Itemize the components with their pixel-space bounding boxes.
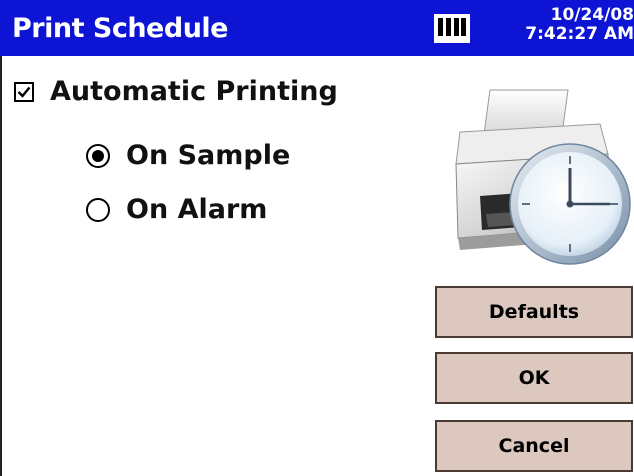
- automatic-printing-checkbox[interactable]: [14, 81, 34, 102]
- on-sample-label: On Sample: [126, 140, 291, 171]
- window-border: [0, 56, 2, 476]
- on-alarm-radio[interactable]: [86, 197, 110, 222]
- cancel-button[interactable]: Cancel: [435, 420, 633, 472]
- on-alarm-label: On Alarm: [126, 194, 268, 225]
- title-bar: Print Schedule 10/24/08 7:42:27 AM: [0, 0, 634, 56]
- checkmark-icon: [17, 86, 31, 98]
- printer-clock-icon: [455, 89, 631, 265]
- radio-on-sample[interactable]: On Sample: [86, 140, 290, 171]
- automatic-printing-label: Automatic Printing: [50, 76, 338, 107]
- battery-icon: [434, 14, 470, 43]
- clock-readout: 10/24/08 7:42:27 AM: [525, 6, 634, 44]
- ok-button[interactable]: OK: [435, 352, 633, 404]
- print-schedule-panel: Automatic Printing On Sample On Alarm De…: [0, 56, 634, 476]
- radio-selected-dot: [92, 149, 104, 162]
- time-text: 7:42:27 AM: [525, 24, 634, 44]
- automatic-printing-row[interactable]: Automatic Printing: [14, 76, 338, 107]
- window-title: Print Schedule: [12, 13, 229, 44]
- on-sample-radio[interactable]: [86, 143, 110, 168]
- defaults-button[interactable]: Defaults: [435, 286, 633, 338]
- date-text: 10/24/08: [550, 5, 634, 25]
- radio-on-alarm[interactable]: On Alarm: [86, 194, 267, 225]
